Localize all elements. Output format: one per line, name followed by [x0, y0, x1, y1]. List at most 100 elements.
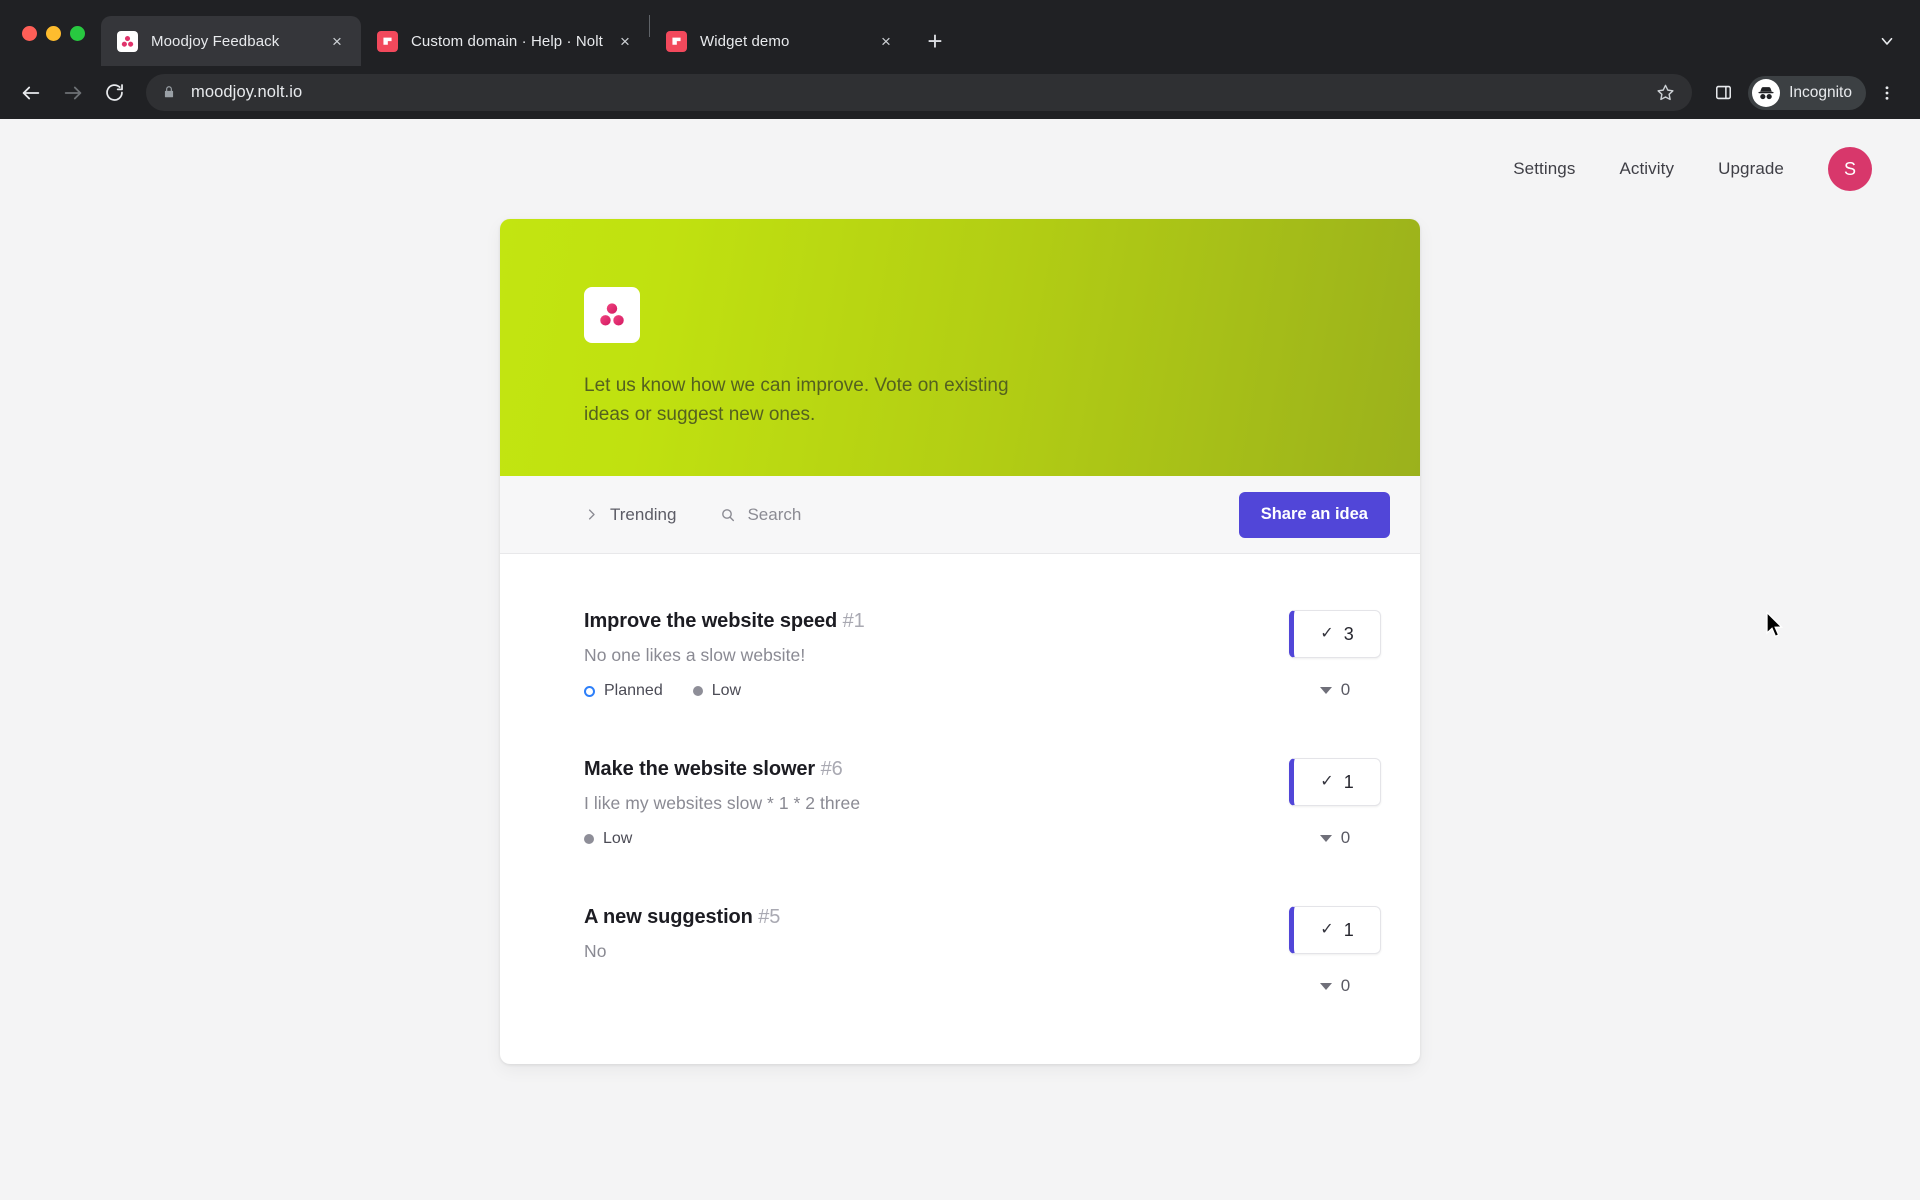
comment-triangle-icon [1319, 834, 1332, 842]
browser-tab-strip: Moodjoy Feedback × Custom domain · Help … [0, 0, 1920, 66]
chevron-right-icon [584, 507, 599, 522]
browser-tab-2[interactable]: Widget demo × [650, 16, 910, 66]
sort-filter-button[interactable]: Trending [584, 505, 676, 525]
star-icon[interactable] [1652, 80, 1678, 106]
sort-filter-label: Trending [610, 504, 677, 524]
search-button[interactable]: Search [720, 505, 801, 525]
status-badge[interactable]: Planned [584, 682, 663, 700]
incognito-icon [1752, 78, 1781, 107]
priority-dot-icon [692, 686, 703, 696]
kebab-menu-icon[interactable] [1872, 76, 1902, 110]
close-tab-button[interactable]: × [874, 29, 898, 53]
feedback-content: Make the website slower #6 I like my web… [584, 756, 1280, 848]
feedback-number: #1 [842, 610, 865, 632]
nav-link-settings[interactable]: Settings [1513, 159, 1575, 179]
status-label: Planned [604, 682, 663, 699]
list-item[interactable]: Make the website slower #6 I like my web… [500, 728, 1420, 876]
feedback-description: I like my websites slow * 1 * 2 three [584, 793, 861, 813]
nolt-logo-icon [377, 30, 398, 52]
nolt-logo-icon [665, 30, 687, 52]
priority-dot-icon [584, 834, 594, 844]
search-label: Search [747, 504, 802, 524]
share-an-idea-button[interactable]: Share an idea [1238, 491, 1390, 538]
tab-title: Widget demo [699, 32, 790, 50]
close-tab-button[interactable]: × [613, 29, 637, 53]
incognito-profile-chip[interactable]: Incognito [1748, 75, 1866, 110]
priority-label: Low [711, 682, 742, 699]
new-tab-button[interactable]: + [918, 24, 952, 58]
maximize-window-button[interactable] [70, 25, 85, 41]
feedback-title-text: Improve the website speed [584, 610, 838, 632]
nav-link-activity[interactable]: Activity [1619, 159, 1674, 179]
status-ring-icon [584, 685, 595, 697]
chevron-down-icon[interactable] [1872, 26, 1902, 56]
feedback-number: #6 [820, 758, 843, 780]
comment-count-button[interactable]: 0 [1319, 828, 1351, 848]
tab-title: Custom domain · Help · Nolt [411, 32, 603, 50]
vote-button[interactable]: ✓ 3 [1289, 610, 1381, 658]
feedback-content: Improve the website speed #1 No one like… [584, 608, 1280, 700]
moodjoy-logo-icon [117, 30, 138, 52]
minimize-window-button[interactable] [46, 25, 61, 41]
browser-tab-1[interactable]: Custom domain · Help · Nolt × [361, 16, 649, 66]
vote-button[interactable]: ✓ 1 [1289, 758, 1381, 806]
comment-triangle-icon [1319, 982, 1332, 990]
feedback-description: No one likes a slow website! [584, 645, 806, 665]
feedback-actions: ✓ 3 0 [1280, 608, 1390, 700]
address-bar[interactable]: moodjoy.nolt.io [146, 74, 1693, 111]
feedback-title: Improve the website speed #1 [584, 610, 1280, 633]
feedback-tags: Low [584, 830, 1280, 848]
feedback-number: #5 [758, 906, 781, 928]
board-description: Let us know how we can improve. Vote on … [584, 375, 1009, 426]
browser-window: Moodjoy Feedback × Custom domain · Help … [0, 0, 1920, 1200]
tab-strip-right-controls [1872, 26, 1902, 56]
feedback-content: A new suggestion #5 No [584, 904, 1280, 962]
feedback-list: Improve the website speed #1 No one like… [500, 554, 1420, 1064]
side-panel-icon[interactable] [1706, 76, 1740, 110]
board-container: Let us know how we can improve. Vote on … [0, 219, 1920, 1064]
feedback-description: No [584, 941, 607, 961]
vote-count: 1 [1343, 771, 1354, 792]
url-text[interactable]: moodjoy.nolt.io [191, 83, 1652, 102]
avatar[interactable]: S [1828, 147, 1872, 191]
forward-button[interactable] [54, 74, 91, 111]
comment-count-button[interactable]: 0 [1319, 680, 1350, 700]
moodjoy-logo-icon [584, 287, 640, 343]
back-button[interactable] [12, 74, 49, 111]
tab-title: Moodjoy Feedback [151, 32, 280, 50]
feedback-actions: ✓ 1 0 [1280, 904, 1390, 996]
vote-button[interactable]: ✓ 1 [1289, 906, 1381, 954]
lock-icon [162, 85, 178, 101]
feedback-actions: ✓ 1 0 [1280, 756, 1390, 848]
feedback-title: A new suggestion #5 [584, 906, 1280, 929]
nav-link-upgrade[interactable]: Upgrade [1718, 159, 1784, 179]
priority-badge[interactable]: Low [584, 830, 632, 848]
browser-tab-0[interactable]: Moodjoy Feedback × [101, 16, 361, 66]
board-banner: Let us know how we can improve. Vote on … [500, 219, 1420, 476]
comment-triangle-icon [1319, 686, 1332, 694]
reload-button[interactable] [96, 74, 133, 111]
feedback-tags: Planned Low [584, 682, 1280, 700]
list-item[interactable]: A new suggestion #5 No ✓ 1 0 [500, 876, 1420, 1024]
priority-badge[interactable]: Low [692, 682, 742, 700]
profile-label: Incognito [1789, 83, 1852, 101]
browser-toolbar: moodjoy.nolt.io Incognito [0, 66, 1920, 119]
vote-count: 1 [1343, 919, 1354, 940]
feedback-title: Make the website slower #6 [584, 758, 1280, 781]
priority-label: Low [603, 830, 633, 847]
tab-list: Moodjoy Feedback × Custom domain · Help … [101, 0, 952, 66]
search-icon [720, 507, 736, 523]
comment-count: 0 [1340, 828, 1351, 847]
page-viewport: Settings Activity Upgrade S Let us know … [0, 119, 1920, 1200]
comment-count-button[interactable]: 0 [1319, 976, 1350, 996]
check-icon: ✓ [1320, 921, 1334, 938]
list-item[interactable]: Improve the website speed #1 No one like… [500, 580, 1420, 728]
close-tab-button[interactable]: × [325, 29, 349, 53]
check-icon: ✓ [1320, 773, 1334, 790]
close-window-button[interactable] [22, 25, 37, 41]
feedback-title-text: Make the website slower [584, 758, 816, 780]
board-toolbar: Trending Search Share an idea [500, 476, 1420, 554]
feedback-title-text: A new suggestion [584, 906, 753, 928]
feedback-board: Let us know how we can improve. Vote on … [500, 219, 1420, 1064]
vote-count: 3 [1343, 623, 1354, 644]
